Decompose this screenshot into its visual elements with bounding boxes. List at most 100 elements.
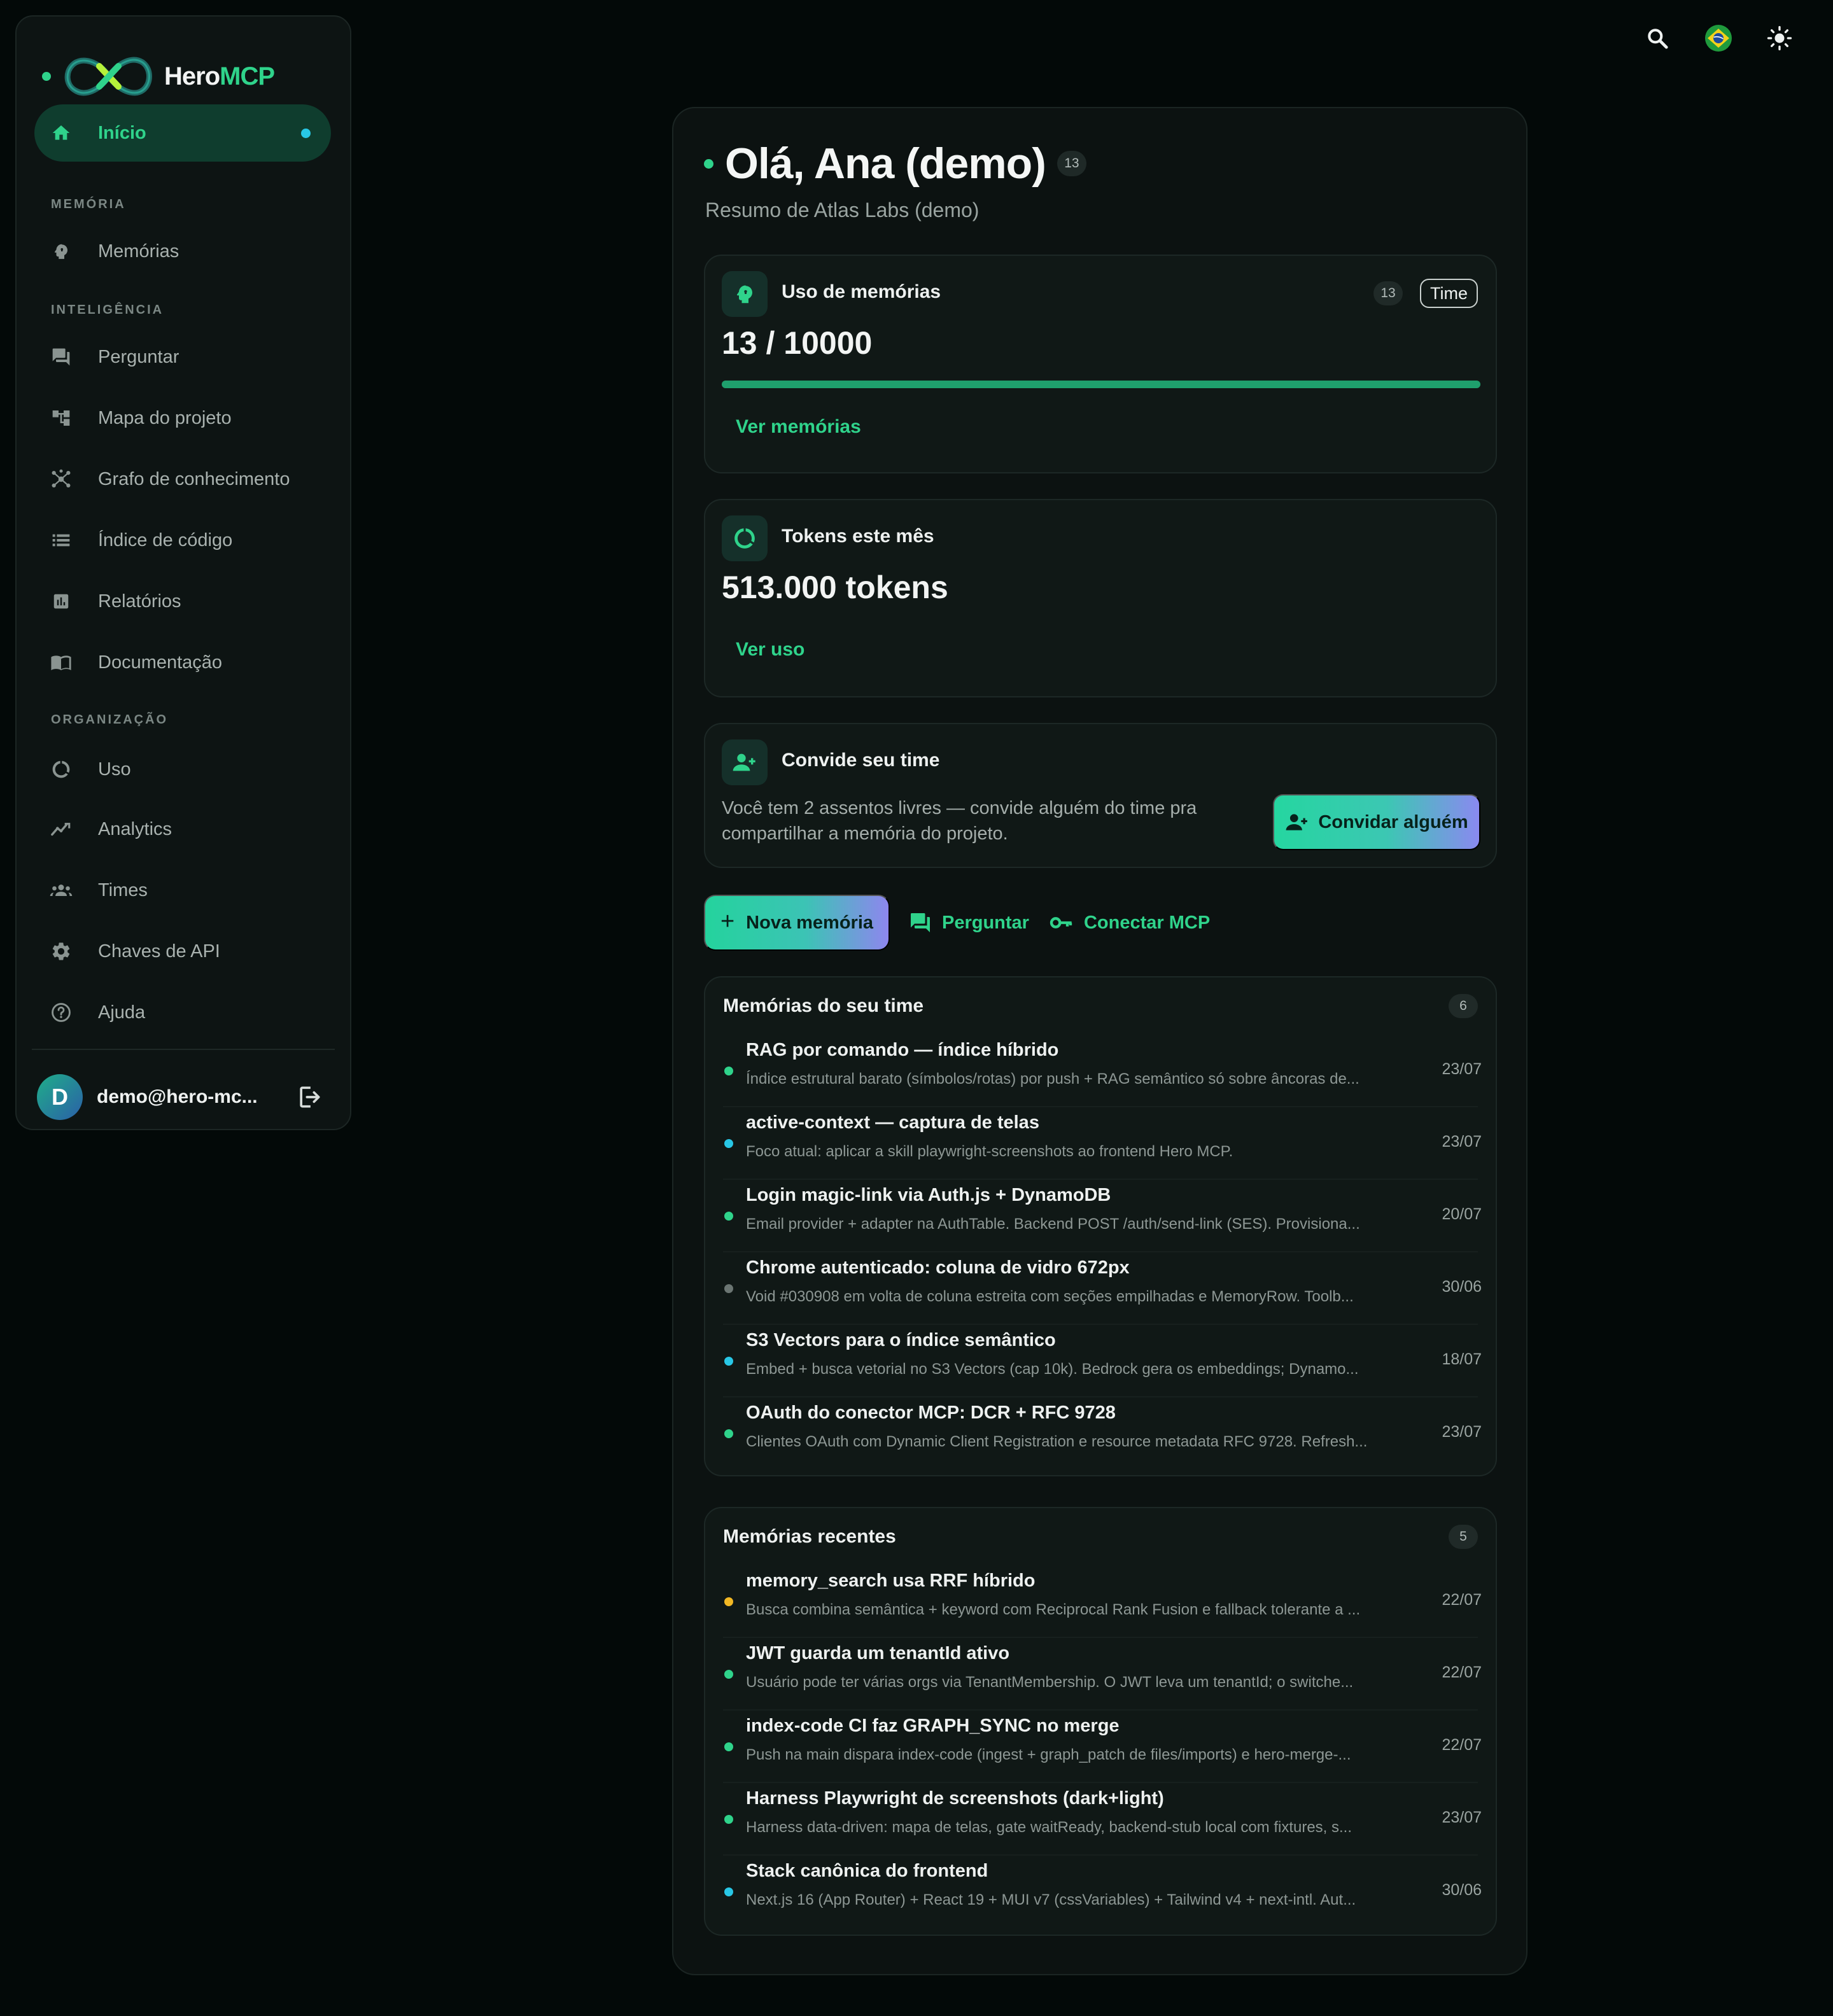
brand[interactable]: HeroMCP	[42, 38, 275, 115]
ask-button[interactable]: Perguntar	[909, 911, 1029, 934]
sidebar-item-uso[interactable]: Uso	[34, 741, 331, 798]
view-memories-link[interactable]: Ver memórias	[736, 416, 861, 438]
tokens-card: Tokens este mês 513.000 tokens Ver uso	[704, 499, 1497, 697]
sidebar-item-inicio[interactable]: Início	[34, 104, 331, 162]
memory-row[interactable]: JWT guarda um tenantId ativo Usuário pode…	[723, 1638, 1482, 1711]
sidebar-item-label: Memórias	[98, 241, 179, 262]
team-memories-card: Memórias do seu time 6 RAG por comando —…	[704, 976, 1497, 1476]
memory-row[interactable]: active-context — captura de telas Foco at…	[723, 1107, 1482, 1180]
memory-row[interactable]: Harness Playwright de screenshots (dark+…	[723, 1783, 1482, 1856]
scope-badge[interactable]: Time	[1420, 279, 1478, 308]
memory-row[interactable]: RAG por comando — índice híbrido Índice e…	[723, 1035, 1482, 1107]
brain-icon	[48, 239, 74, 264]
sidebar-item-relatorios[interactable]: Relatórios	[34, 573, 331, 630]
memory-status-dot	[724, 1597, 733, 1606]
memory-usage-value: 13 / 10000	[722, 325, 873, 361]
brand-name-prefix: Hero	[164, 62, 220, 90]
memory-row[interactable]: OAuth do conector MCP: DCR + RFC 9728 Cli…	[723, 1397, 1482, 1470]
add-person-icon	[1286, 814, 1308, 830]
view-usage-link[interactable]: Ver uso	[736, 639, 804, 661]
chat-icon	[911, 913, 930, 932]
key-icon	[1050, 917, 1072, 928]
sidebar-divider	[32, 1049, 335, 1050]
section-label-inteligencia: INTELIGÊNCIA	[51, 303, 164, 317]
memory-date: 20/07	[1442, 1205, 1482, 1223]
recent-memories-card: Memórias recentes 5 memory_search usa RR…	[704, 1507, 1497, 1936]
memory-title: Chrome autenticado: coluna de vidro 672p…	[746, 1257, 1130, 1278]
brand-name-suffix: MCP	[220, 62, 275, 90]
memory-description: Usuário pode ter várias orgs via TenantM…	[746, 1674, 1354, 1691]
memory-date: 23/07	[1442, 1809, 1482, 1826]
new-memory-button[interactable]: + Nova memória	[704, 895, 890, 951]
sidebar-item-documentacao[interactable]: Documentação	[34, 634, 331, 691]
memory-row[interactable]: S3 Vectors para o índice semântico Embed …	[723, 1325, 1482, 1397]
user-email: demo@hero-mc...	[97, 1086, 258, 1107]
memory-row[interactable]: index-code CI faz GRAPH_SYNC no merge Pus…	[723, 1711, 1482, 1783]
invite-card: Convide seu time Você tem 2 assentos liv…	[704, 723, 1497, 868]
gear-icon	[48, 939, 74, 964]
group-icon	[48, 878, 74, 903]
memory-status-dot	[724, 1429, 733, 1438]
memory-row[interactable]: Stack canônica do frontend Next.js 16 (Ap…	[723, 1856, 1482, 1928]
search-icon[interactable]	[1642, 23, 1673, 53]
memory-status-dot	[724, 1139, 733, 1148]
memory-title: OAuth do conector MCP: DCR + RFC 9728	[746, 1403, 1116, 1423]
memory-status-dot	[724, 1742, 733, 1751]
memory-description: Email provider + adapter na AuthTable. B…	[746, 1215, 1360, 1233]
infinity-logo-icon	[64, 57, 152, 96]
memory-status-dot	[724, 1357, 733, 1366]
memory-row[interactable]: Chrome autenticado: coluna de vidro 672p…	[723, 1252, 1482, 1325]
sidebar-item-memorias[interactable]: Memórias	[34, 223, 331, 280]
memory-description: Clientes OAuth com Dynamic Client Regist…	[746, 1433, 1368, 1450]
sidebar-item-indice-de-codigo[interactable]: Índice de código	[34, 512, 331, 569]
sidebar-item-label: Grafo de conhecimento	[98, 468, 290, 489]
memory-row[interactable]: Login magic-link via Auth.js + DynamoDB E…	[723, 1180, 1482, 1252]
sidebar: HeroMCP Início MEMÓRIA Memórias INTELIGÊ…	[15, 15, 351, 1130]
sidebar-item-label: Índice de código	[98, 529, 233, 550]
sidebar-item-analytics[interactable]: Analytics	[34, 801, 331, 858]
memory-status-dot	[724, 1670, 733, 1679]
logout-icon[interactable]	[295, 1083, 323, 1111]
brazil-flag-icon[interactable]	[1703, 23, 1734, 53]
sun-icon[interactable]	[1764, 23, 1795, 53]
bar-chart-icon	[48, 589, 74, 614]
count-badge: 13	[1373, 281, 1403, 305]
sidebar-item-ajuda[interactable]: Ajuda	[34, 984, 331, 1041]
user-account: D demo@hero-mc...	[37, 1073, 336, 1121]
tokens-value: 513.000 tokens	[722, 570, 948, 605]
sidebar-item-label: Chaves de API	[98, 941, 220, 962]
sidebar-item-times[interactable]: Times	[34, 862, 331, 919]
invite-button-label: Convidar alguém	[1318, 811, 1468, 832]
memory-description: Foco atual: aplicar a skill playwright-s…	[746, 1143, 1233, 1160]
chat-icon	[48, 344, 74, 370]
memory-row[interactable]: memory_search usa RRF híbrido Busca combi…	[723, 1565, 1482, 1638]
memory-date: 22/07	[1442, 1736, 1482, 1754]
sidebar-item-chaves-de-api[interactable]: Chaves de API	[34, 923, 331, 980]
memory-date: 23/07	[1442, 1060, 1482, 1078]
greeting: Olá, Ana (demo) 13	[704, 139, 1086, 188]
connect-mcp-button[interactable]: Conectar MCP	[1048, 910, 1210, 935]
avatar[interactable]: D	[37, 1074, 83, 1120]
sidebar-item-mapa-do-projeto[interactable]: Mapa do projeto	[34, 389, 331, 447]
sidebar-item-label: Relatórios	[98, 591, 181, 612]
memory-status-dot	[724, 1815, 733, 1824]
home-icon	[48, 120, 74, 146]
sidebar-item-label: Início	[98, 122, 146, 143]
donut-icon	[48, 757, 74, 782]
donut-icon	[722, 515, 768, 561]
connect-mcp-label: Conectar MCP	[1083, 912, 1211, 933]
sidebar-item-perguntar[interactable]: Perguntar	[34, 328, 331, 386]
count-badge: 6	[1449, 994, 1478, 1018]
status-dot	[42, 72, 51, 81]
memory-status-dot	[724, 1067, 733, 1075]
invite-someone-button[interactable]: Convidar alguém	[1273, 794, 1480, 850]
sidebar-item-label: Perguntar	[98, 346, 179, 367]
memory-description: Harness data-driven: mapa de telas, gate…	[746, 1819, 1352, 1836]
memory-title: Login magic-link via Auth.js + DynamoDB	[746, 1185, 1111, 1205]
memory-description: Void #030908 em volta de coluna estreita…	[746, 1288, 1354, 1305]
memory-date: 18/07	[1442, 1350, 1482, 1368]
memory-title: RAG por comando — índice híbrido	[746, 1040, 1059, 1060]
sidebar-item-grafo[interactable]: Grafo de conhecimento	[34, 451, 331, 508]
sidebar-item-label: Mapa do projeto	[98, 407, 232, 428]
list-title: Memórias recentes	[723, 1526, 896, 1547]
